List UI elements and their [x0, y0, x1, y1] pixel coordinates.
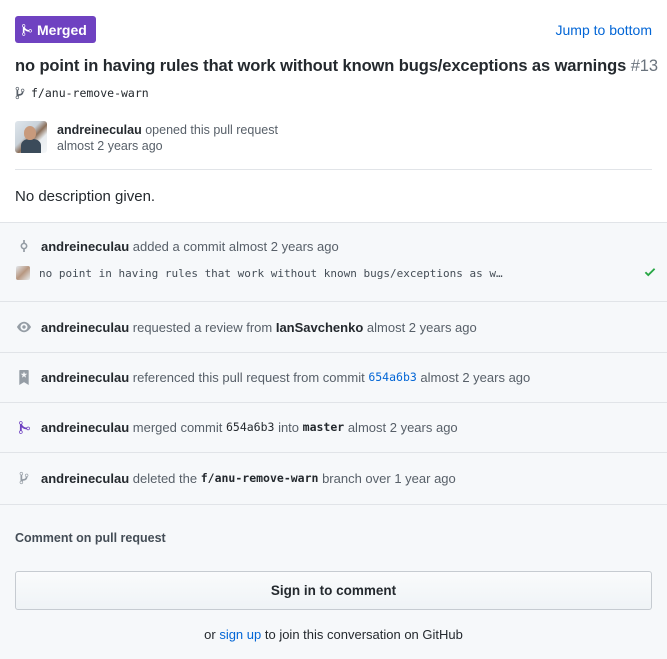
pr-header: Merged Jump to bottom no point in having…: [0, 0, 667, 222]
branch-icon: [15, 86, 25, 100]
base-branch-ref[interactable]: master: [303, 420, 345, 434]
merge-event-time: almost 2 years ago: [347, 419, 458, 435]
delete-event-action: deleted the: [132, 470, 198, 486]
sign-in-to-comment-button[interactable]: Sign in to comment: [15, 571, 652, 610]
state-label: Merged: [37, 21, 87, 38]
divider: [0, 504, 667, 505]
pr-title-text: no point in having rules that work witho…: [15, 57, 627, 75]
opener-time: almost 2 years ago: [57, 139, 163, 153]
merged-state-badge: Merged: [15, 16, 96, 43]
merge-event-action: merged commit: [132, 419, 223, 435]
merge-commit-sha[interactable]: 654a6b3: [226, 420, 274, 434]
commit-event-action: added a commit almost 2 years ago: [132, 238, 339, 254]
reviewer-username[interactable]: IanSavchenko: [276, 320, 363, 335]
deleted-branch-ref: f/anu-remove-warn: [200, 471, 319, 485]
timeline-review-event: andreineculau requested a review from Ia…: [0, 318, 667, 336]
commit-row: no point in having rules that work witho…: [16, 266, 656, 280]
join-text: to join this conversation on GitHub: [264, 627, 463, 642]
or-text: or: [204, 627, 216, 642]
comment-section-label: Comment on pull request: [15, 531, 166, 545]
merge-event-user[interactable]: andreineculau: [41, 420, 129, 435]
opener-info: andreineculau opened this pull request a…: [15, 121, 278, 154]
pr-number: #13: [630, 57, 658, 75]
delete-event-user[interactable]: andreineculau: [41, 471, 129, 486]
timeline-reference-event: andreineculau referenced this pull reque…: [0, 368, 667, 386]
bookmark-icon: [16, 369, 32, 385]
merge-icon: [22, 23, 32, 36]
timeline-delete-branch-event: andreineculau deleted the f/anu-remove-w…: [0, 469, 667, 487]
merge-into-text: into: [278, 419, 300, 435]
head-branch-name[interactable]: f/anu-remove-warn: [31, 86, 149, 100]
review-event-action: requested a review from: [132, 319, 273, 335]
pr-title: no point in having rules that work witho…: [15, 57, 658, 76]
commit-sha-link[interactable]: 654a6b3: [368, 370, 416, 384]
delete-event-suffix: branch over 1 year ago: [322, 470, 456, 486]
divider: [0, 452, 667, 453]
timeline-merge-event: andreineculau merged commit 654a6b3 into…: [0, 418, 667, 436]
reference-event-action: referenced this pull request from commit: [132, 369, 365, 385]
review-event-time: almost 2 years ago: [366, 319, 477, 335]
reference-event-user[interactable]: andreineculau: [41, 370, 129, 385]
commit-event-user[interactable]: andreineculau: [41, 239, 129, 254]
eye-icon: [16, 320, 32, 334]
timeline-commit-event: andreineculau added a commit almost 2 ye…: [0, 237, 667, 255]
divider: [0, 301, 667, 302]
check-icon: [644, 268, 656, 277]
merge-icon: [16, 420, 32, 435]
branch-icon: [16, 471, 32, 485]
opener-text: andreineculau opened this pull request a…: [57, 122, 278, 154]
opener-username[interactable]: andreineculau: [57, 123, 142, 137]
jump-to-bottom-link[interactable]: Jump to bottom: [556, 22, 653, 38]
avatar[interactable]: [15, 121, 47, 153]
avatar[interactable]: [16, 266, 30, 280]
divider: [15, 169, 652, 170]
pr-description: No description given.: [15, 188, 156, 205]
divider: [0, 402, 667, 403]
opener-action: opened this pull request: [145, 123, 278, 137]
commit-message-link[interactable]: no point in having rules that work witho…: [39, 267, 503, 280]
sign-up-link[interactable]: sign up: [219, 627, 261, 642]
divider: [0, 352, 667, 353]
commit-icon: [16, 239, 32, 253]
signup-prompt: or sign up to join this conversation on …: [0, 627, 667, 642]
reference-event-time: almost 2 years ago: [420, 369, 531, 385]
head-branch: f/anu-remove-warn: [15, 86, 149, 100]
review-event-user[interactable]: andreineculau: [41, 320, 129, 335]
